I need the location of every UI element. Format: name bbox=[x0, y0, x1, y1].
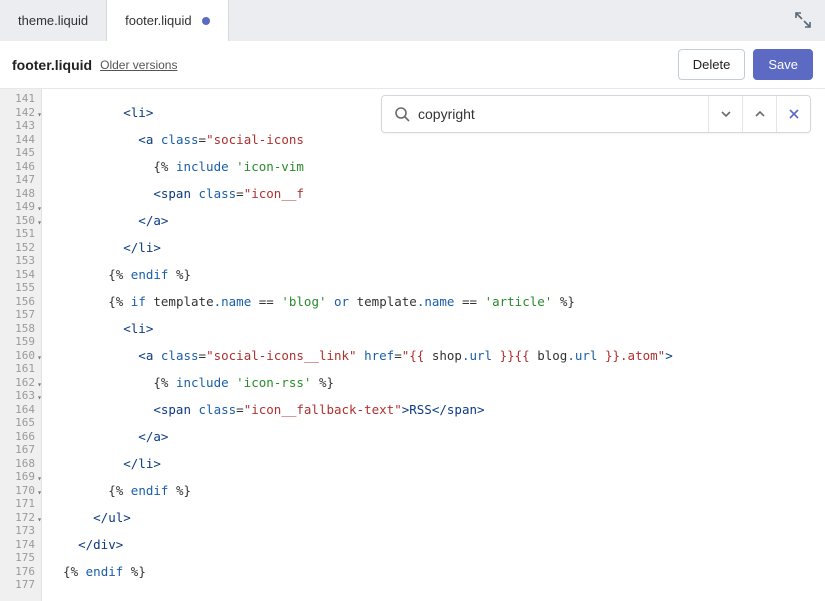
line-number: 141 bbox=[0, 92, 41, 106]
code-area[interactable]: <li> <a class="social-icons {% include '… bbox=[42, 89, 825, 601]
line-number: 173 bbox=[0, 524, 41, 538]
expand-icon[interactable] bbox=[793, 10, 813, 30]
line-number: 146 bbox=[0, 160, 41, 174]
tab-label: footer.liquid bbox=[125, 13, 192, 28]
search-input[interactable] bbox=[418, 106, 708, 122]
older-versions-link[interactable]: Older versions bbox=[100, 58, 177, 72]
line-number: 165 bbox=[0, 416, 41, 430]
line-number: 176 bbox=[0, 565, 41, 579]
line-number: 147 bbox=[0, 173, 41, 187]
line-number: 167 bbox=[0, 443, 41, 457]
line-number: 145 bbox=[0, 146, 41, 160]
tab-theme[interactable]: theme.liquid bbox=[0, 0, 107, 41]
line-number: 161 bbox=[0, 362, 41, 376]
line-number: 168 bbox=[0, 457, 41, 471]
line-number: 171 bbox=[0, 497, 41, 511]
file-header: footer.liquid Older versions Delete Save bbox=[0, 41, 825, 89]
line-number: 160▾ bbox=[0, 349, 41, 363]
line-number: 153 bbox=[0, 254, 41, 268]
line-number: 174 bbox=[0, 538, 41, 552]
line-number: 170▾ bbox=[0, 484, 41, 498]
code-editor: 141142▾143144145146147148149▾150▾1511521… bbox=[0, 89, 825, 601]
file-name: footer.liquid bbox=[12, 57, 92, 73]
tab-footer[interactable]: footer.liquid bbox=[107, 0, 229, 41]
search-box bbox=[381, 95, 811, 133]
line-number: 150▾ bbox=[0, 214, 41, 228]
line-number: 157 bbox=[0, 308, 41, 322]
line-number: 175 bbox=[0, 551, 41, 565]
line-number: 158 bbox=[0, 322, 41, 336]
search-prev-button[interactable] bbox=[742, 96, 776, 132]
search-next-button[interactable] bbox=[708, 96, 742, 132]
delete-button[interactable]: Delete bbox=[678, 49, 746, 80]
search-icon bbox=[394, 106, 410, 122]
line-number: 143 bbox=[0, 119, 41, 133]
line-number: 151 bbox=[0, 227, 41, 241]
line-number-gutter: 141142▾143144145146147148149▾150▾1511521… bbox=[0, 89, 42, 601]
line-number: 164 bbox=[0, 403, 41, 417]
search-close-button[interactable] bbox=[776, 96, 810, 132]
line-number: 172▾ bbox=[0, 511, 41, 525]
line-number: 149▾ bbox=[0, 200, 41, 214]
line-number: 142▾ bbox=[0, 106, 41, 120]
line-number: 155 bbox=[0, 281, 41, 295]
line-number: 154 bbox=[0, 268, 41, 282]
line-number: 148 bbox=[0, 187, 41, 201]
line-number: 162▾ bbox=[0, 376, 41, 390]
line-number: 144 bbox=[0, 133, 41, 147]
line-number: 156 bbox=[0, 295, 41, 309]
line-number: 177 bbox=[0, 578, 41, 592]
tab-label: theme.liquid bbox=[18, 13, 88, 28]
line-number: 159 bbox=[0, 335, 41, 349]
line-number: 152 bbox=[0, 241, 41, 255]
line-number: 163▾ bbox=[0, 389, 41, 403]
unsaved-dot-icon bbox=[202, 17, 210, 25]
line-number: 169▾ bbox=[0, 470, 41, 484]
line-number: 166 bbox=[0, 430, 41, 444]
tab-bar: theme.liquid footer.liquid bbox=[0, 0, 825, 41]
save-button[interactable]: Save bbox=[753, 49, 813, 80]
